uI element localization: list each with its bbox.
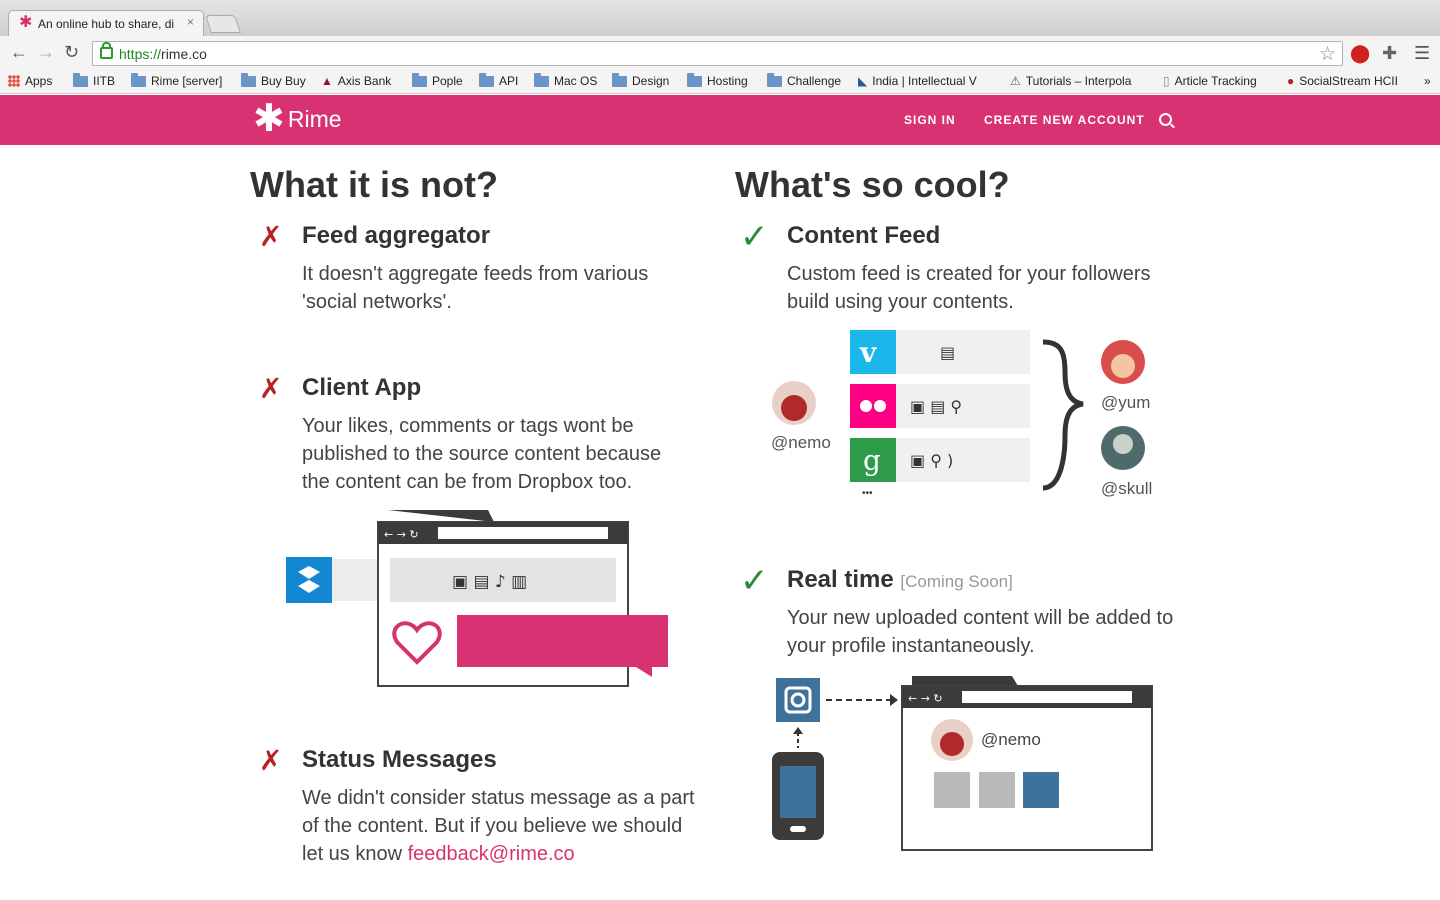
lock-icon bbox=[100, 42, 113, 59]
check-icon: ✓ bbox=[740, 218, 769, 256]
bookmark-pople[interactable]: Pople bbox=[412, 72, 463, 88]
new-tab-button[interactable] bbox=[205, 15, 241, 33]
client-app-title: Client App bbox=[302, 374, 422, 401]
bookmark-socialstream[interactable]: ● SocialStream HCII bbox=[1287, 74, 1398, 88]
logo-text: Rime bbox=[287, 105, 342, 132]
bookmark-india-ip[interactable]: ◣ India | Intellectual V bbox=[858, 74, 992, 88]
bookmark-challenge[interactable]: Challenge bbox=[767, 72, 841, 88]
svg-text:▣ ⚲ ): ▣ ⚲ ) bbox=[910, 451, 953, 470]
more-bookmarks-button[interactable]: » bbox=[1424, 74, 1431, 88]
india-ip-icon: ◣ bbox=[858, 74, 868, 88]
bookmark-mac-os[interactable]: Mac OS bbox=[534, 72, 597, 88]
left-heading: What it is not? bbox=[250, 164, 498, 205]
real-time-illustration: ← → ↻ bbox=[772, 676, 1153, 851]
bookmark-axis-bank[interactable]: ▲ Axis Bank bbox=[321, 74, 391, 88]
feedback-email-link[interactable]: feedback@rime.co bbox=[408, 843, 575, 865]
cross-icon: ✗ bbox=[259, 745, 283, 776]
svg-text:▣ ▤ ♪ ▥: ▣ ▤ ♪ ▥ bbox=[452, 572, 527, 592]
site-header: ✱ Rime SIGN IN CREATE NEW ACCOUNT bbox=[0, 95, 1440, 145]
svg-text:v: v bbox=[859, 336, 877, 369]
bookmark-article-tracking[interactable]: ▯ Article Tracking bbox=[1163, 74, 1257, 88]
menu-icon[interactable]: ☰ bbox=[1414, 44, 1430, 62]
create-account-link[interactable]: CREATE NEW ACCOUNT bbox=[984, 113, 1145, 127]
search-icon[interactable] bbox=[1159, 113, 1172, 126]
nemo-username: @nemo bbox=[771, 433, 831, 452]
folder-icon bbox=[479, 72, 494, 87]
sign-in-link[interactable]: SIGN IN bbox=[904, 113, 956, 127]
browser-tab[interactable]: ✱ An online hub to share, di × bbox=[8, 10, 204, 36]
folder-icon bbox=[687, 72, 702, 87]
page-icon: ▯ bbox=[1163, 74, 1170, 88]
bookmark-apps[interactable]: Apps bbox=[8, 74, 52, 88]
bookmark-buy-buy[interactable]: Buy Buy bbox=[241, 72, 306, 88]
check-icon: ✓ bbox=[740, 562, 769, 600]
url-scheme: https:// bbox=[119, 46, 162, 62]
svg-text:← → ↻: ← → ↻ bbox=[384, 528, 419, 541]
status-messages-title: Status Messages bbox=[302, 746, 497, 773]
flickr-icon bbox=[850, 384, 896, 428]
svg-text:← → ↻: ← → ↻ bbox=[908, 692, 943, 705]
rime-logo[interactable]: ✱ Rime bbox=[253, 98, 342, 140]
rime-favicon-icon: ✱ bbox=[19, 14, 33, 31]
bookmark-tutorials[interactable]: ⚠ Tutorials – Interpola bbox=[1010, 74, 1141, 88]
folder-icon bbox=[412, 72, 427, 87]
bookmark-design[interactable]: Design bbox=[612, 72, 669, 88]
axis-bank-icon: ▲ bbox=[321, 74, 333, 88]
folder-icon bbox=[73, 72, 88, 87]
more-sources-indicator: ••• bbox=[862, 488, 873, 499]
svg-text:▣ ▤ ⚲: ▣ ▤ ⚲ bbox=[910, 397, 962, 416]
tab-title: An online hub to share, di bbox=[38, 17, 175, 31]
real-time-title: Real time [Coming Soon] bbox=[787, 566, 1013, 593]
apps-grid-icon bbox=[8, 75, 20, 87]
address-bar[interactable]: https://rime.co ☆ bbox=[92, 41, 1343, 66]
cross-icon: ✗ bbox=[259, 221, 283, 252]
url-host: rime.co bbox=[161, 46, 207, 62]
client-app-desc: Your likes, comments or tags wont be publ… bbox=[302, 415, 662, 493]
content-feed-desc: Custom feed is created for your follower… bbox=[787, 263, 1151, 313]
folder-icon bbox=[131, 72, 146, 87]
status-messages-desc: We didn't consider status message as a p… bbox=[302, 787, 695, 865]
forward-icon[interactable]: → bbox=[37, 42, 55, 62]
back-icon[interactable]: ← bbox=[10, 42, 28, 62]
tab-close-icon[interactable]: × bbox=[187, 15, 194, 29]
bookmark-hosting[interactable]: Hosting bbox=[687, 72, 748, 88]
feed-aggregator-title: Feed aggregator bbox=[302, 222, 491, 249]
bookmark-api[interactable]: API bbox=[479, 72, 518, 88]
skull-username: @skull bbox=[1101, 479, 1153, 498]
folder-icon bbox=[534, 72, 549, 87]
cross-icon: ✗ bbox=[259, 373, 283, 404]
feed-aggregator-desc: It doesn't aggregate feeds from various '… bbox=[302, 263, 649, 313]
yum-username: @yum bbox=[1101, 393, 1151, 412]
svg-text:g: g bbox=[863, 444, 881, 477]
folder-icon bbox=[612, 72, 627, 87]
browser-tab-bar: ✱ An online hub to share, di × bbox=[0, 0, 1440, 36]
rime-logo-icon: ✱ bbox=[253, 98, 285, 140]
real-time-desc: Your new uploaded content will be added … bbox=[787, 607, 1174, 657]
realtime-username: @nemo bbox=[981, 730, 1041, 749]
coming-soon-label: [Coming Soon] bbox=[900, 572, 1013, 591]
instagram-icon bbox=[776, 678, 820, 722]
right-heading: What's so cool? bbox=[735, 164, 1010, 205]
bookmarks-bar: Apps IITB Rime [server] Buy Buy ▲ Axis Ba… bbox=[0, 70, 1440, 94]
hcii-icon: ● bbox=[1287, 74, 1295, 88]
extension-stop-icon[interactable]: ⬤ bbox=[1350, 44, 1370, 62]
bookmark-iitb[interactable]: IITB bbox=[73, 72, 115, 88]
bookmark-star-icon[interactable]: ☆ bbox=[1319, 43, 1336, 66]
client-app-illustration: ← → ↻ ▣ ▤ ♪ ▥ bbox=[286, 510, 668, 687]
bookmark-rime-server[interactable]: Rime [server] bbox=[131, 72, 222, 88]
tutorials-icon: ⚠ bbox=[1010, 74, 1021, 88]
content-feed-title: Content Feed bbox=[787, 222, 941, 249]
folder-icon bbox=[767, 72, 782, 87]
reload-icon[interactable]: ↻ bbox=[64, 42, 79, 62]
folder-icon bbox=[241, 72, 256, 87]
extension-puzzle-icon[interactable]: ✚ bbox=[1382, 44, 1397, 62]
svg-text:▤: ▤ bbox=[940, 343, 955, 362]
